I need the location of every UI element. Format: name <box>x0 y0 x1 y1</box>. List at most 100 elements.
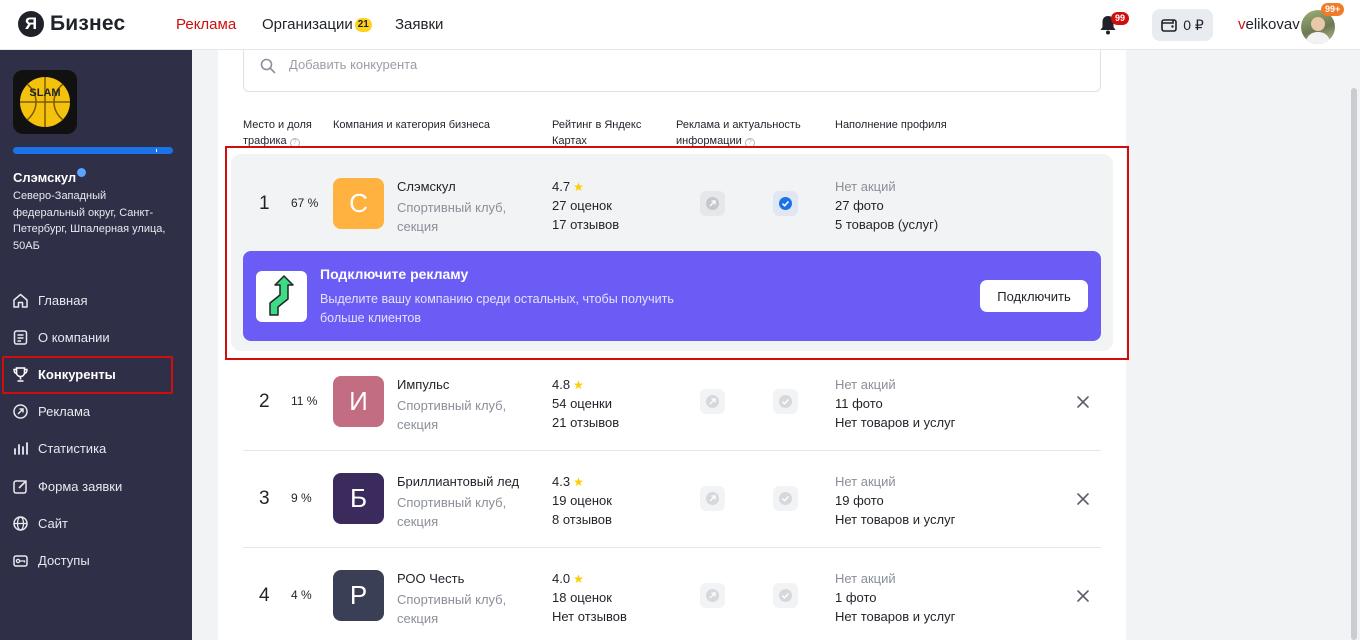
company-address: Северо-Западный федеральный округ, Санкт… <box>13 190 166 252</box>
company-category: Спортивный клуб, секция <box>397 398 507 432</box>
organizations-count-badge: 21 <box>354 18 372 32</box>
sidebar-item-label: Статистика <box>38 440 107 456</box>
notifications-badge: 99 <box>1111 12 1130 25</box>
rating: 4.3 ★ <box>552 474 584 489</box>
ratings-count: 54 оценки <box>552 396 612 411</box>
company-avatar: Р <box>333 570 384 621</box>
info-status <box>773 486 798 511</box>
column-header-rating: Рейтинг в Яндекс Картах <box>552 119 642 147</box>
column-header-ads-text: Реклама и актуальность информации <box>676 119 801 147</box>
star-icon: ★ <box>573 572 584 586</box>
ads-inactive-icon <box>706 589 719 602</box>
username[interactable]: velikovav <box>1238 16 1300 33</box>
nav-ads[interactable]: Реклама <box>176 16 236 33</box>
nav-organizations-label: Организации <box>262 16 353 33</box>
search-icon <box>260 58 276 74</box>
sidebar-item-ads[interactable]: Реклама <box>12 401 90 421</box>
username-rest: elikovav <box>1245 16 1300 33</box>
basketball-logo-icon: SLAM <box>20 77 70 127</box>
ads-inactive-icon <box>706 492 719 505</box>
company-name-text: Слэмскул <box>13 170 77 185</box>
sidebar-item-request-form[interactable]: Форма заявки <box>12 476 122 496</box>
rank: 4 <box>259 585 270 606</box>
edit-icon <box>13 479 28 494</box>
company-category: Спортивный клуб, секция <box>397 495 507 529</box>
promos: Нет акций <box>835 571 896 586</box>
sidebar-item-label: О компании <box>38 329 110 345</box>
active-item-highlight <box>2 356 173 394</box>
promos: Нет акций <box>835 377 896 392</box>
search-input[interactable] <box>289 57 989 72</box>
ads-status <box>700 486 725 511</box>
avatar-badge: 99+ <box>1321 3 1345 16</box>
competitors-panel: Место и доля трафика ? Компания и катего… <box>218 42 1129 640</box>
reviews-count: 8 отзывов <box>552 512 612 527</box>
profile-progress-bar <box>13 147 173 154</box>
page-scrollbar[interactable] <box>1351 88 1357 640</box>
sidebar-item-home[interactable]: Главная <box>12 290 87 310</box>
globe-icon <box>13 515 28 531</box>
balance-value: 0 ₽ <box>1183 16 1204 33</box>
sidebar-item-access[interactable]: Доступы <box>12 550 90 570</box>
table-row[interactable]: 2 11 % И Импульс Спортивный клуб, секция… <box>243 352 1101 449</box>
verified-icon <box>77 168 87 177</box>
company-avatar: Б <box>333 473 384 524</box>
company-category: Спортивный клуб, секция <box>397 592 507 626</box>
goods: Нет товаров и услуг <box>835 415 956 430</box>
stats-icon <box>14 441 28 455</box>
sidebar-item-label: Главная <box>38 292 88 308</box>
sidebar-item-about[interactable]: О компании <box>12 327 110 347</box>
home-icon <box>13 293 28 308</box>
rank: 3 <box>259 488 270 509</box>
column-header-profile: Наполнение профиля <box>835 119 947 131</box>
column-header-place-text: Место и доля трафика <box>243 119 312 147</box>
ads-status <box>700 389 725 414</box>
company-logo[interactable]: SLAM <box>13 70 77 134</box>
rating-value: 4.0 <box>552 571 571 586</box>
remove-competitor-close-icon[interactable] <box>1076 589 1090 603</box>
check-inactive-icon <box>779 492 792 505</box>
reviews-count: 21 отзывов <box>552 415 620 430</box>
reviews-count: Нет отзывов <box>552 609 627 624</box>
sidebar-item-site[interactable]: Сайт <box>12 513 68 533</box>
nav-organizations[interactable]: Организации 21 <box>262 16 372 33</box>
sidebar-item-stats[interactable]: Статистика <box>12 438 106 458</box>
sidebar-item-label: Форма заявки <box>38 478 123 494</box>
key-icon <box>13 554 28 567</box>
traffic-share: 9 % <box>291 491 312 505</box>
check-inactive-icon <box>779 395 792 408</box>
star-icon: ★ <box>573 378 584 392</box>
wallet-icon <box>1161 19 1178 32</box>
ads-inactive-icon <box>706 395 719 408</box>
yandex-business-logo[interactable]: Я Бизнес <box>18 11 125 37</box>
rating: 4.8 ★ <box>552 377 584 392</box>
info-status <box>773 389 798 414</box>
traffic-share: 4 % <box>291 588 312 602</box>
balance-button[interactable]: 0 ₽ <box>1152 9 1213 41</box>
table-row[interactable]: 4 4 % Р РОО Честь Спортивный клуб, секци… <box>243 546 1101 640</box>
check-inactive-icon <box>779 589 792 602</box>
username-first-letter: v <box>1238 16 1246 33</box>
goods: Нет товаров и услуг <box>835 609 956 624</box>
sidebar: SLAM Слэмскул Северо-Западный федеральны… <box>0 50 192 640</box>
remove-competitor-close-icon[interactable] <box>1076 492 1090 506</box>
company-name: Слэмскул <box>13 168 87 185</box>
company-name: Импульс <box>397 377 450 392</box>
info-status <box>773 583 798 608</box>
company-name: Бриллиантовый лед <box>397 474 520 489</box>
promos: Нет акций <box>835 474 896 489</box>
column-header-place: Место и доля трафика ? <box>243 117 323 149</box>
nav-requests[interactable]: Заявки <box>395 16 443 33</box>
column-header-ads: Реклама и актуальность информации ? <box>676 117 811 149</box>
highlight-frame <box>225 146 1129 360</box>
table-row[interactable]: 3 9 % Б Бриллиантовый лед Спортивный клу… <box>243 449 1101 546</box>
photos: 19 фото <box>835 493 884 508</box>
company-avatar: И <box>333 376 384 427</box>
document-icon <box>13 329 28 345</box>
top-bar: Я Бизнес Реклама Организации 21 Заявки 99… <box>0 0 1360 50</box>
remove-competitor-close-icon[interactable] <box>1076 395 1090 409</box>
rating: 4.0 ★ <box>552 571 584 586</box>
company-name: РОО Честь <box>397 571 465 586</box>
photos: 11 фото <box>835 396 883 411</box>
rating-value: 4.8 <box>552 377 571 392</box>
